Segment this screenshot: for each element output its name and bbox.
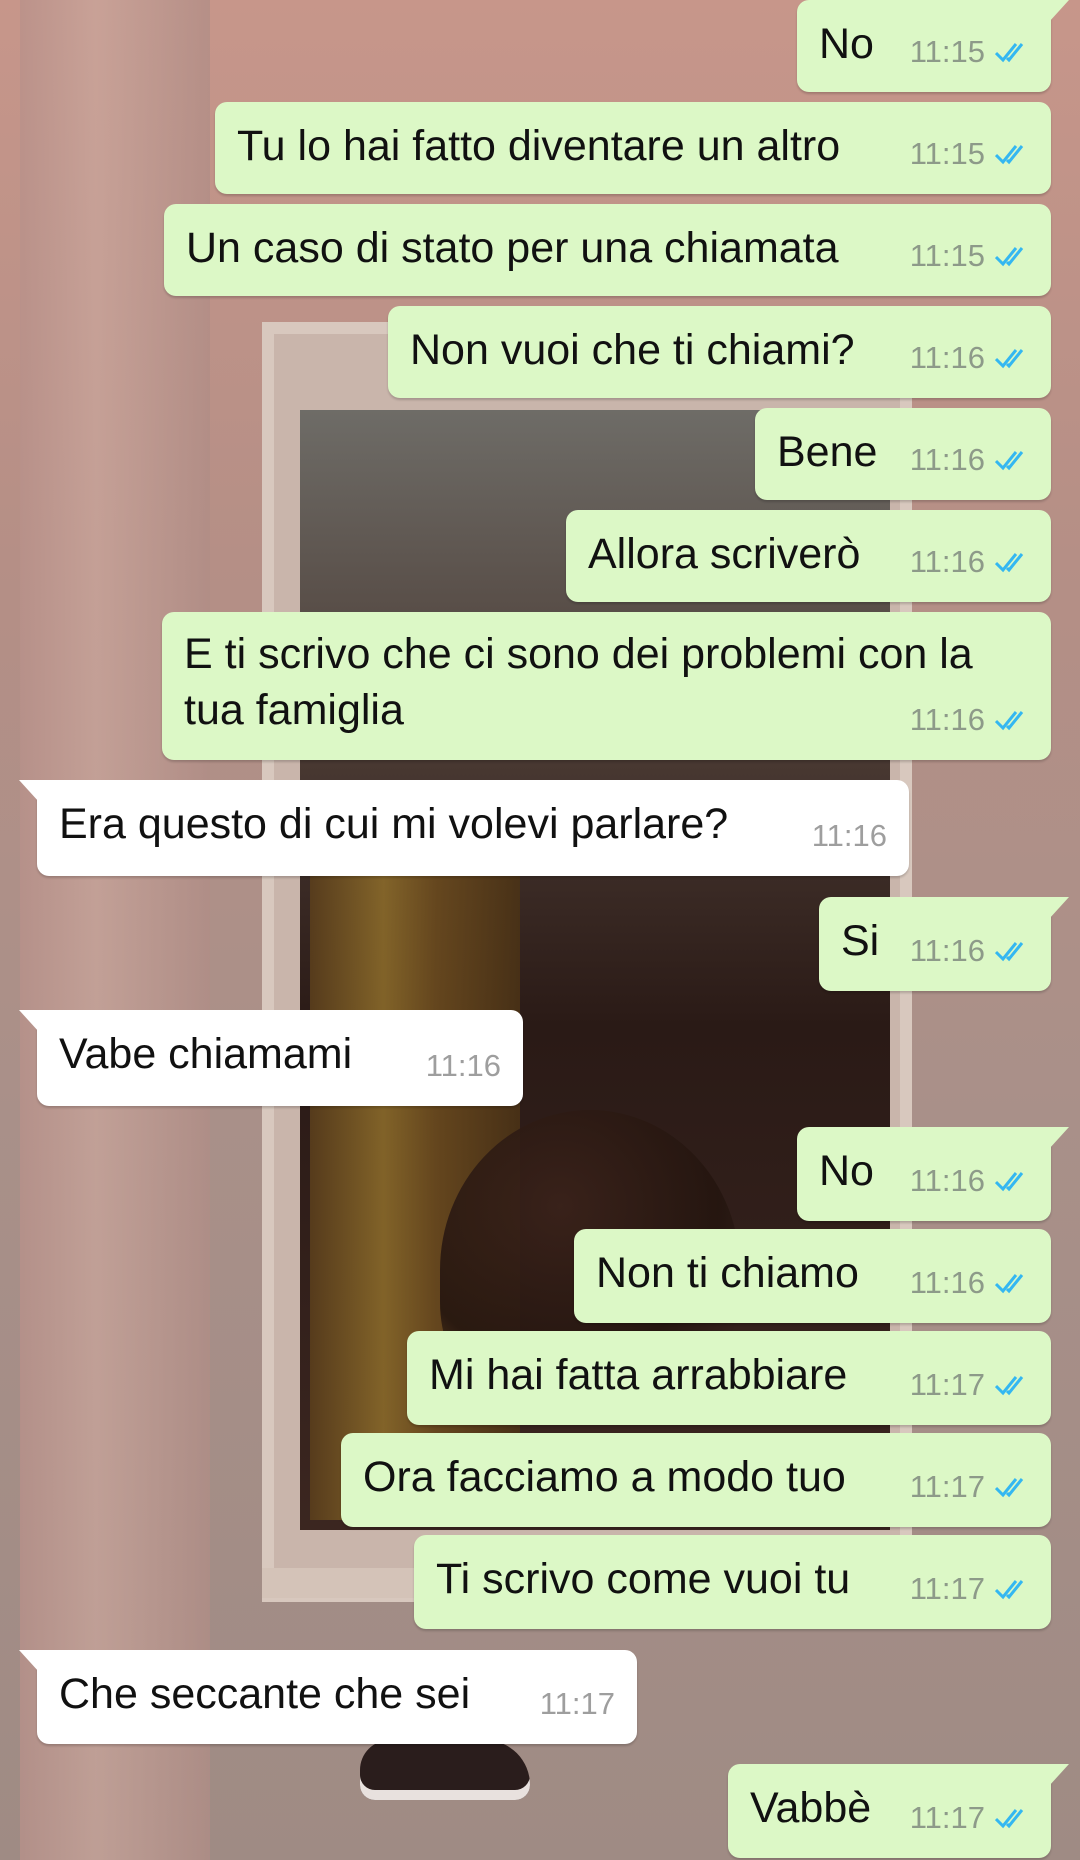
double-check-icon — [995, 145, 1024, 165]
outgoing-message[interactable]: Ora facciamo a modo tuo 11:17 — [341, 1433, 1051, 1527]
message-text: Non ti chiamo — [596, 1249, 859, 1297]
message-time: 11:15 — [909, 136, 985, 171]
message-meta: 11:17 — [910, 1790, 1031, 1846]
double-check-icon — [995, 942, 1024, 962]
message-time: 11:16 — [909, 1163, 985, 1198]
outgoing-message[interactable]: Bene 11:16 — [755, 408, 1051, 500]
message-meta: 11:16 — [910, 534, 1031, 590]
message-text: Non vuoi che ti chiami? — [410, 326, 855, 374]
message-time: 11:16 — [909, 702, 985, 737]
double-check-icon — [995, 711, 1024, 731]
message-meta: 11:16 — [910, 432, 1031, 488]
outgoing-message[interactable]: No 11:16 — [797, 1127, 1069, 1221]
message-time: 11:16 — [909, 1265, 985, 1300]
double-check-icon — [995, 247, 1024, 267]
message-meta: 11:16 — [812, 808, 887, 864]
message-time: 11:17 — [909, 1367, 985, 1402]
message-text: Tu lo hai fatto diventare un altro — [237, 122, 841, 170]
double-check-icon — [995, 1580, 1024, 1600]
message-time: 11:15 — [909, 238, 985, 273]
message-text: E ti scrivo che ci sono dei problemi con… — [184, 630, 973, 734]
double-check-icon — [995, 43, 1024, 63]
incoming-message[interactable]: Che seccante che sei 11:17 — [19, 1650, 637, 1744]
double-check-icon — [995, 1274, 1024, 1294]
message-time: 11:16 — [909, 933, 985, 968]
message-meta: 11:15 — [910, 228, 1031, 284]
outgoing-message[interactable]: Allora scriverò 11:16 — [566, 510, 1051, 602]
outgoing-message[interactable]: No 11:15 — [797, 0, 1069, 92]
message-text: Ti scrivo come vuoi tu — [436, 1555, 851, 1603]
message-time: 11:17 — [909, 1469, 985, 1504]
double-check-icon — [995, 1478, 1024, 1498]
message-time: 11:17 — [909, 1800, 985, 1835]
message-text: No — [819, 20, 874, 68]
message-time: 11:17 — [539, 1686, 615, 1721]
message-time: 11:16 — [909, 340, 985, 375]
message-time: 11:15 — [909, 34, 985, 69]
message-meta: 11:15 — [910, 24, 1031, 80]
message-meta: 11:17 — [910, 1459, 1031, 1515]
message-text: Vabbè — [750, 1784, 872, 1832]
outgoing-message[interactable]: Ti scrivo come vuoi tu 11:17 — [414, 1535, 1051, 1629]
message-text: Mi hai fatta arrabbiare — [429, 1351, 848, 1399]
outgoing-message[interactable]: Vabbè 11:17 — [728, 1764, 1069, 1858]
message-meta: 11:17 — [910, 1357, 1031, 1413]
outgoing-message[interactable]: Un caso di stato per una chiamata 11:15 — [164, 204, 1051, 296]
double-check-icon — [995, 1809, 1024, 1829]
message-text: Che seccante che sei — [59, 1670, 471, 1718]
message-time: 11:16 — [909, 442, 985, 477]
message-text: Si — [841, 917, 880, 965]
double-check-icon — [995, 451, 1024, 471]
message-meta: 11:16 — [910, 330, 1031, 386]
message-meta: 11:16 — [426, 1038, 501, 1094]
message-text: No — [819, 1147, 874, 1195]
double-check-icon — [995, 553, 1024, 573]
outgoing-message[interactable]: Si 11:16 — [819, 897, 1069, 991]
message-text: Ora facciamo a modo tuo — [363, 1453, 846, 1501]
message-meta: 11:17 — [910, 1561, 1031, 1617]
message-meta: 11:17 — [540, 1676, 615, 1732]
message-text: Vabe chiamami — [59, 1030, 353, 1078]
incoming-message[interactable]: Era questo di cui mi volevi parlare? 11:… — [19, 780, 909, 876]
message-text: Era questo di cui mi volevi parlare? — [59, 800, 729, 848]
double-check-icon — [995, 1376, 1024, 1396]
message-time: 11:16 — [811, 818, 887, 853]
message-text: Un caso di stato per una chiamata — [186, 224, 839, 272]
message-list[interactable]: No 11:15 Tu lo hai fatto diventare un al… — [0, 0, 1080, 1860]
message-text: Bene — [777, 428, 878, 476]
message-meta: 11:15 — [910, 126, 1031, 182]
outgoing-message[interactable]: Mi hai fatta arrabbiare 11:17 — [407, 1331, 1051, 1425]
message-time: 11:17 — [909, 1571, 985, 1606]
double-check-icon — [995, 349, 1024, 369]
message-meta: 11:16 — [910, 692, 1031, 748]
double-check-icon — [995, 1172, 1024, 1192]
incoming-message[interactable]: Vabe chiamami 11:16 — [19, 1010, 523, 1106]
outgoing-message[interactable]: Non ti chiamo 11:16 — [574, 1229, 1051, 1323]
message-meta: 11:16 — [910, 1153, 1031, 1209]
message-meta: 11:16 — [910, 923, 1031, 979]
message-meta: 11:16 — [910, 1255, 1031, 1311]
message-time: 11:16 — [425, 1048, 501, 1083]
outgoing-message[interactable]: Tu lo hai fatto diventare un altro 11:15 — [215, 102, 1051, 194]
message-text: Allora scriverò — [588, 530, 861, 578]
outgoing-message[interactable]: Non vuoi che ti chiami? 11:16 — [388, 306, 1051, 398]
outgoing-message[interactable]: E ti scrivo che ci sono dei problemi con… — [162, 612, 1051, 760]
message-time: 11:16 — [909, 544, 985, 579]
